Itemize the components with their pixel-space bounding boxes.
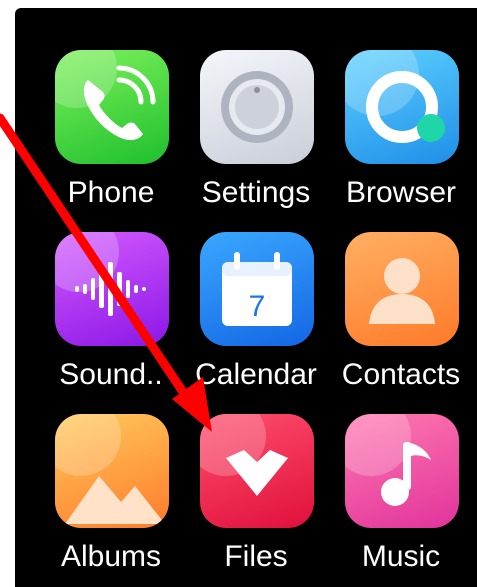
app-label-phone: Phone (67, 176, 155, 209)
app-label-albums: Albums (60, 540, 162, 573)
app-settings[interactable]: Settings (186, 50, 326, 230)
app-sound-recorder[interactable]: Sound.. (41, 232, 181, 412)
app-label-settings: Settings (201, 176, 311, 209)
browser-ring-icon (345, 50, 459, 164)
app-label-browser: Browser (345, 176, 457, 209)
app-calendar[interactable]: 7 Calendar (186, 232, 326, 412)
app-browser[interactable]: Browser (331, 50, 471, 230)
app-label-music: Music (361, 540, 441, 573)
heart-folder-icon (200, 414, 314, 528)
app-label-calendar: Calendar (195, 358, 317, 391)
calendar-day: 7 (249, 290, 266, 323)
sound-wave-icon (55, 232, 169, 346)
mountains-icon (55, 414, 169, 528)
app-phone[interactable]: Phone (41, 50, 181, 230)
app-label-files: Files (224, 540, 288, 573)
home-screen: Phone Settings Browser Sound.. 7 Calenda… (15, 8, 477, 587)
app-music[interactable]: Music (331, 414, 471, 587)
app-contacts[interactable]: Contacts (331, 232, 471, 412)
person-icon (345, 232, 459, 346)
app-label-contacts: Contacts (341, 358, 461, 391)
music-note-icon (345, 414, 459, 528)
settings-knob-icon (200, 50, 314, 164)
phone-icon (55, 50, 169, 164)
app-albums[interactable]: Albums (41, 414, 181, 587)
calendar-icon: 7 (200, 232, 314, 346)
app-label-sound: Sound.. (59, 358, 163, 391)
app-files[interactable]: Files (186, 414, 326, 587)
